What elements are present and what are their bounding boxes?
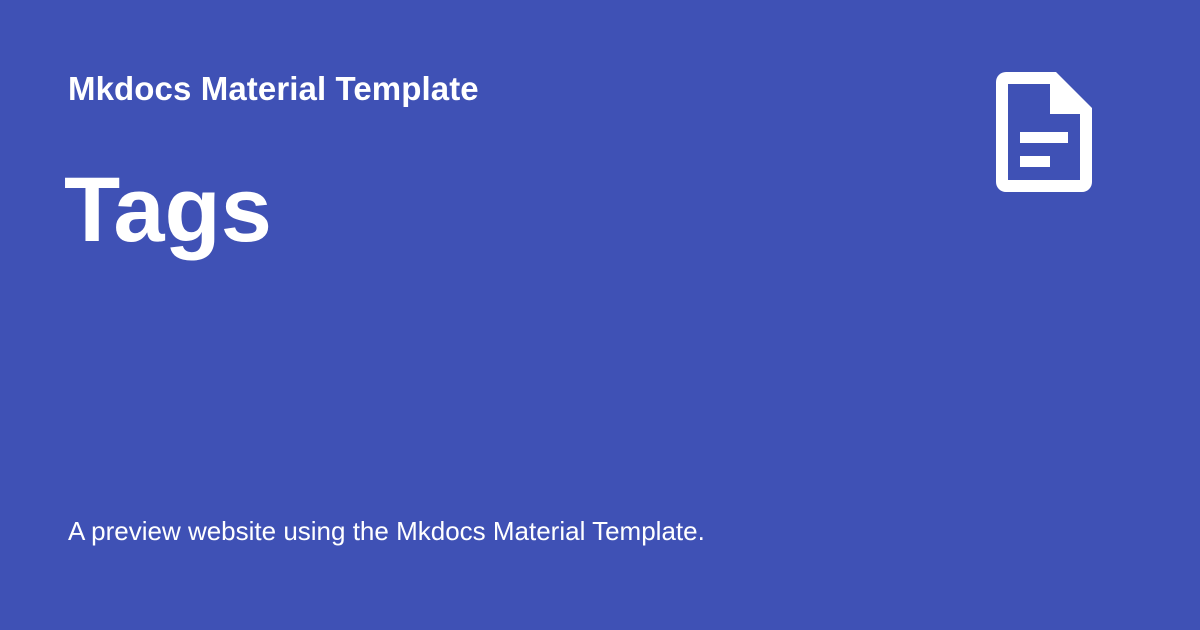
file-document-icon [996,72,1092,192]
page-title: Tags [64,159,272,261]
page-description: A preview website using the Mkdocs Mater… [68,516,705,546]
site-name: Mkdocs Material Template [68,70,479,107]
social-card: Mkdocs Material Template Tags A preview … [0,0,1200,630]
